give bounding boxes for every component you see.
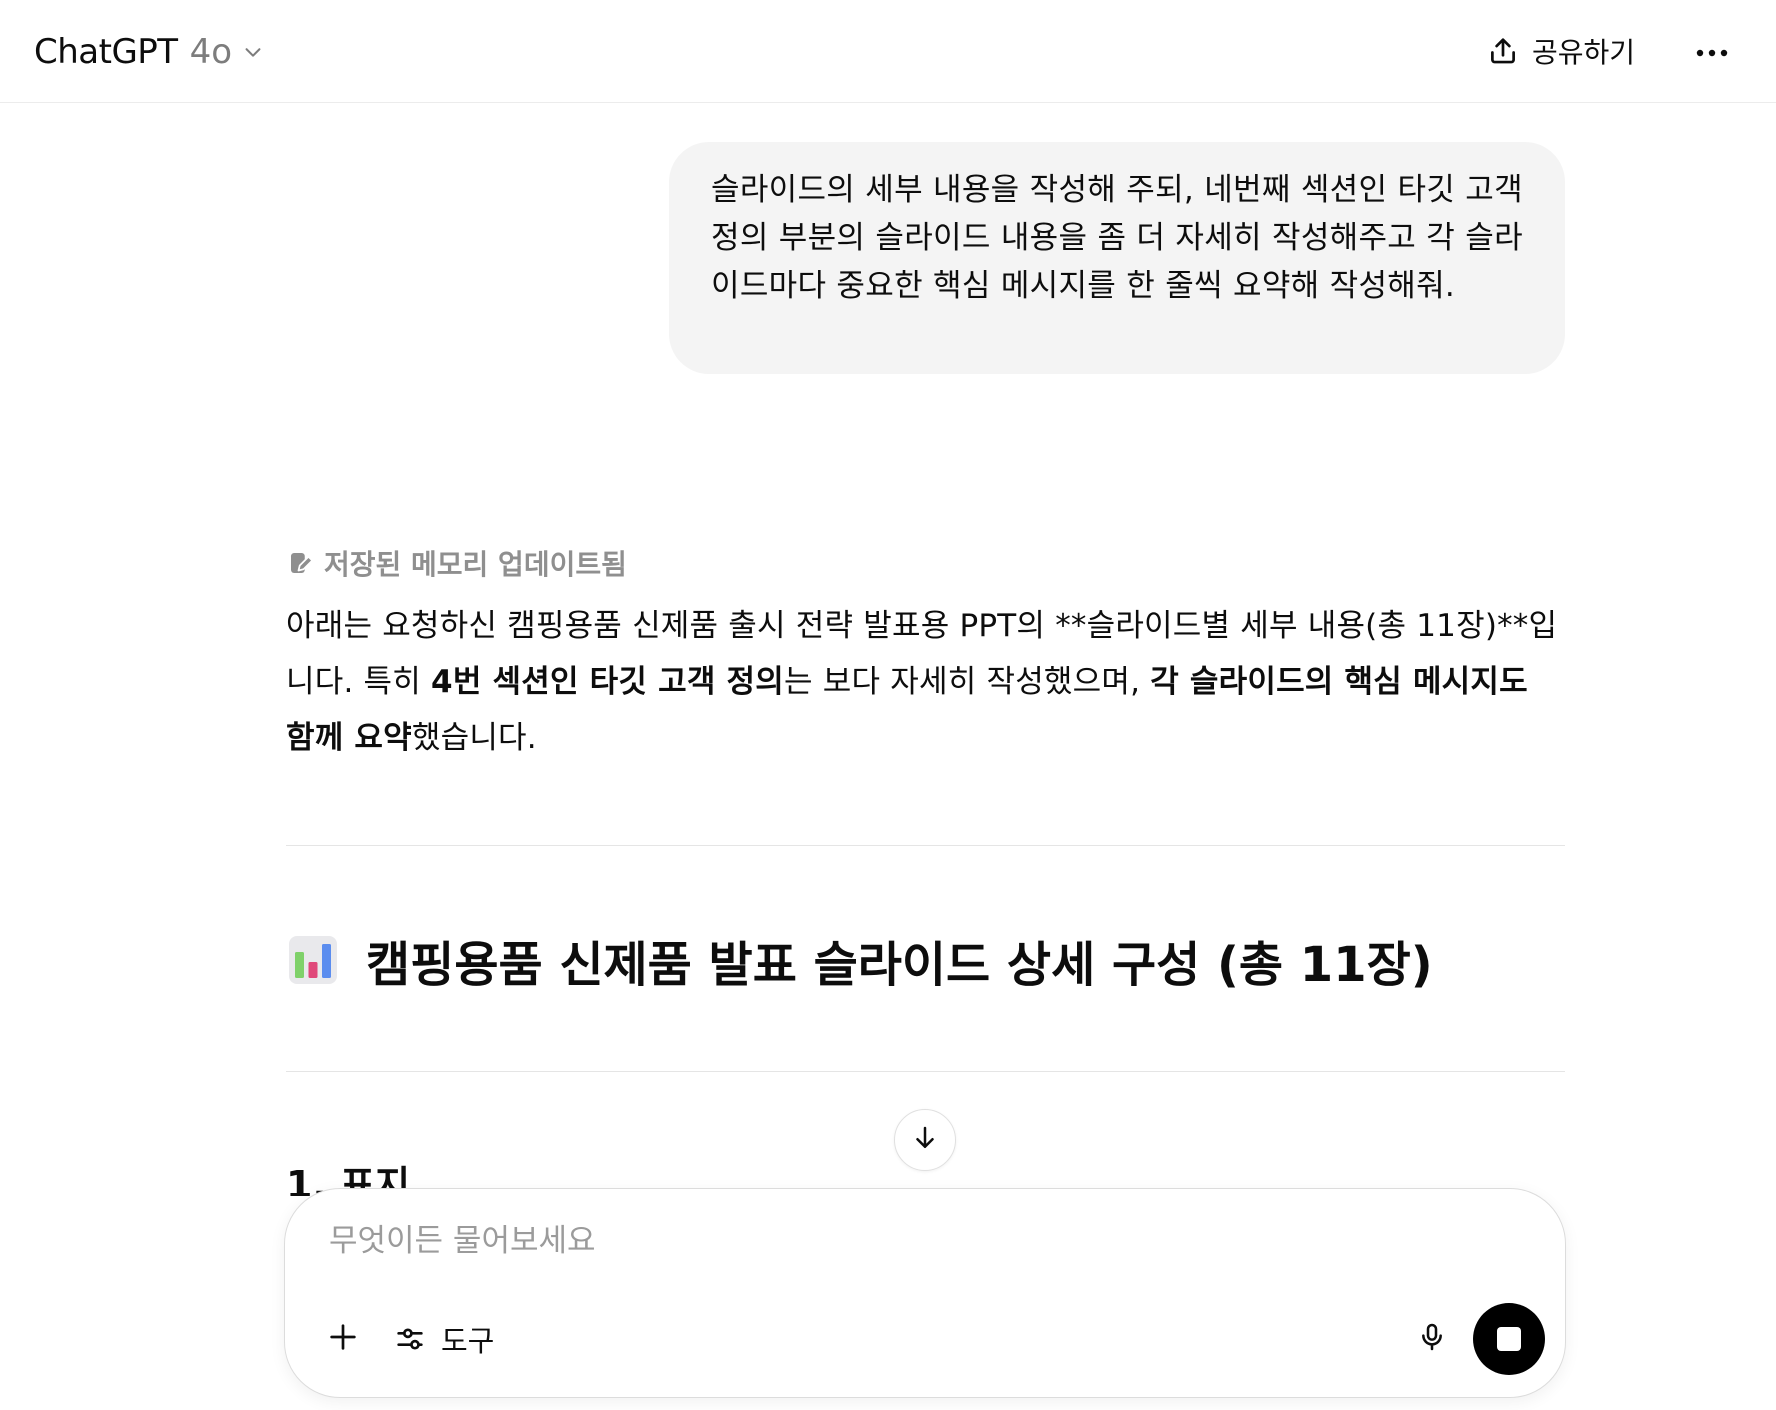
divider-1 <box>286 845 1565 846</box>
intro-bold-1: 4번 섹션인 타깃 고객 정의 <box>431 664 784 700</box>
memory-note-label: 저장된 메모리 업데이트됨 <box>324 548 627 581</box>
user-message-text: 슬라이드의 세부 내용을 작성해 주되, 네번째 섹션인 타깃 고객 정의 부분… <box>711 172 1523 304</box>
response-heading: 캠핑용품 신제품 발표 슬라이드 상세 구성 (총 11장) <box>286 928 1433 993</box>
assistant-intro-paragraph: 아래는 요청하신 캠핑용품 신제품 출시 전략 발표용 PPT의 **슬라이드별… <box>286 598 1566 766</box>
brand-name: ChatGPT <box>34 32 178 72</box>
arrow-down-icon <box>910 1123 940 1157</box>
share-button[interactable]: 공유하기 <box>1486 28 1635 74</box>
model-selector-button[interactable]: ChatGPT 4o <box>34 30 264 74</box>
microphone-icon <box>1416 1321 1448 1357</box>
model-version: 4o <box>189 32 233 72</box>
heading-text: 캠핑용품 신제품 발표 슬라이드 상세 구성 (총 11장) <box>366 937 1433 993</box>
add-attachment-button[interactable] <box>321 1317 365 1361</box>
memory-pencil-icon <box>286 548 316 578</box>
chevron-down-icon <box>242 41 264 63</box>
intro-text-3: 했습니다. <box>411 720 537 756</box>
more-horizontal-icon <box>1696 43 1728 62</box>
intro-text-2: 는 보다 자세히 작성했으며, <box>784 664 1151 700</box>
voice-input-button[interactable] <box>1409 1316 1455 1362</box>
plus-icon <box>326 1320 360 1358</box>
stop-generating-button[interactable] <box>1473 1303 1545 1375</box>
share-upload-icon <box>1486 34 1520 68</box>
prompt-input[interactable] <box>327 1217 1427 1265</box>
memory-updated-indicator[interactable]: 저장된 메모리 업데이트됨 <box>286 543 627 583</box>
bar-chart-icon <box>286 933 340 987</box>
share-label: 공유하기 <box>1532 36 1636 69</box>
divider-2 <box>286 1071 1565 1072</box>
stop-icon <box>1497 1327 1521 1351</box>
message-composer: 도구 <box>284 1188 1566 1398</box>
tools-button[interactable]: 도구 <box>393 1315 494 1363</box>
sliders-icon <box>393 1322 427 1356</box>
user-message-bubble: 슬라이드의 세부 내용을 작성해 주되, 네번째 섹션인 타깃 고객 정의 부분… <box>669 142 1565 374</box>
top-bar: ChatGPT 4o 공유하기 <box>0 0 1776 103</box>
more-options-button[interactable] <box>1690 30 1734 74</box>
tools-label: 도구 <box>441 1324 495 1358</box>
scroll-to-bottom-button[interactable] <box>894 1109 956 1171</box>
